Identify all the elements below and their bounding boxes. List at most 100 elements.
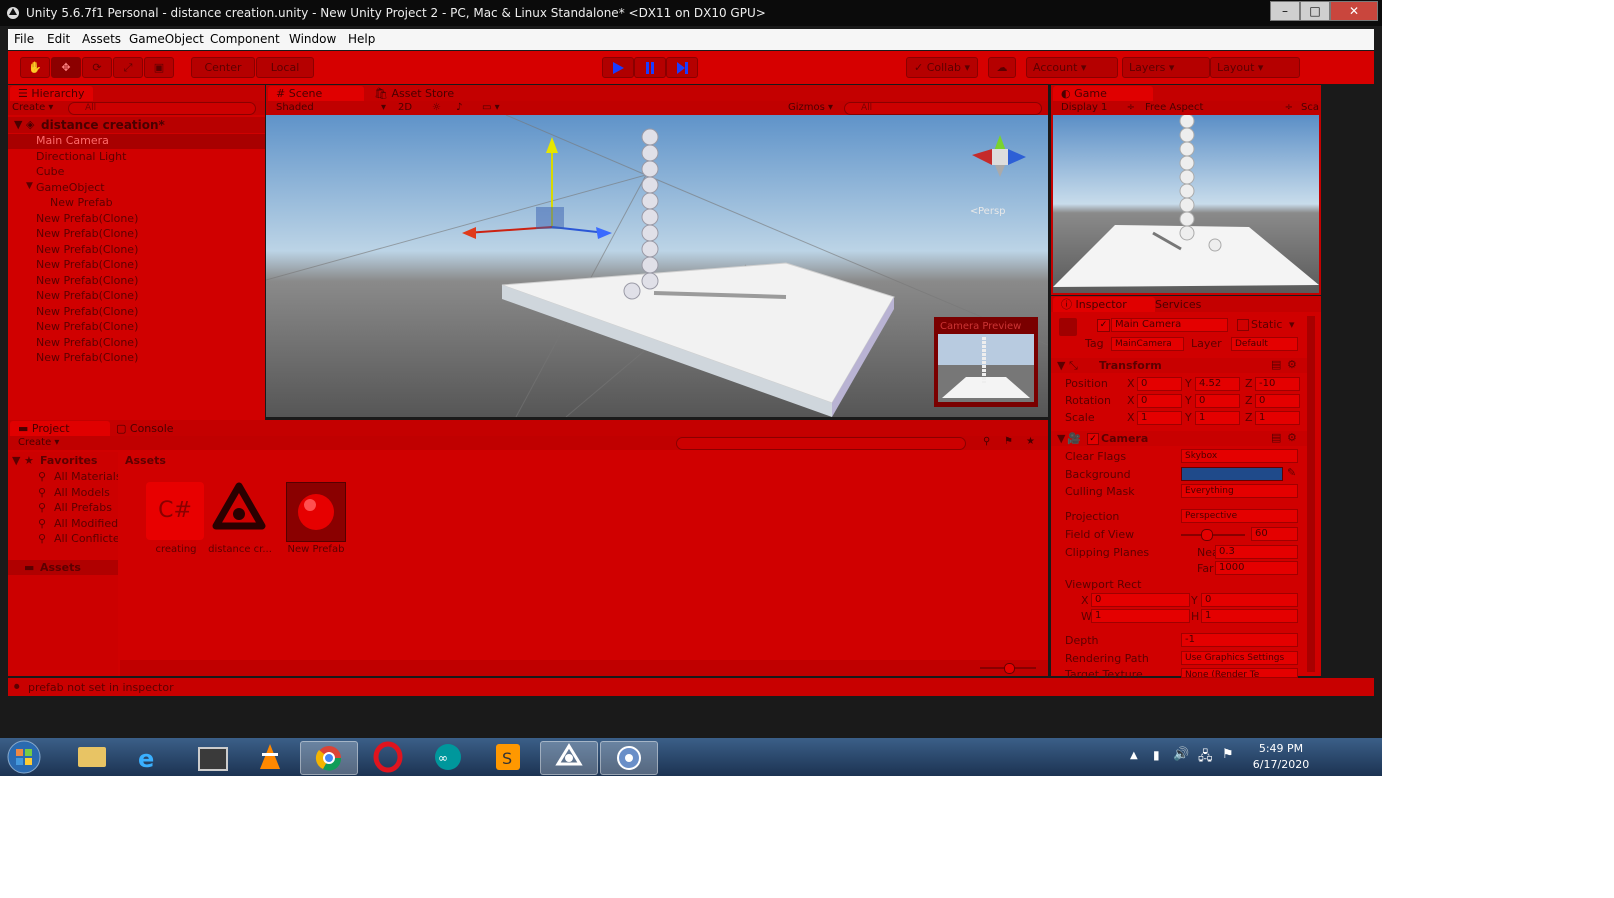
taskbar-app-icon[interactable]: [600, 741, 658, 775]
scene-search-input[interactable]: All: [844, 102, 1042, 115]
viewport-x-field[interactable]: 0: [1091, 593, 1190, 607]
tab-services[interactable]: Services: [1147, 297, 1209, 312]
battery-icon[interactable]: ▮: [1153, 748, 1160, 762]
move-tool-button[interactable]: ✥: [51, 57, 81, 78]
scene-viewport[interactable]: Persp < Camera Preview: [266, 115, 1048, 417]
clear-flags-dropdown[interactable]: Skybox: [1181, 449, 1298, 463]
hierarchy-item[interactable]: New Prefab: [8, 196, 265, 211]
network-icon[interactable]: 🖧: [1198, 747, 1213, 769]
status-bar[interactable]: ⏺ prefab not set in inspector: [8, 678, 1374, 696]
transform-header[interactable]: ▼ ⤡ Transform ▤ ⚙: [1051, 358, 1313, 373]
filter-type-icon[interactable]: ⚲: [983, 436, 990, 448]
taskbar-vlc-icon[interactable]: [242, 741, 298, 773]
menu-edit[interactable]: Edit: [47, 32, 70, 46]
camera-expand-icon[interactable]: ▼: [1057, 432, 1065, 445]
asset-tile[interactable]: distance cr...: [208, 480, 272, 560]
fov-slider-track[interactable]: [1181, 534, 1245, 536]
tab-hierarchy[interactable]: ☰ Hierarchy: [10, 86, 93, 101]
cloud-button[interactable]: ☁: [988, 57, 1016, 78]
scale-x-field[interactable]: 1: [1137, 411, 1182, 425]
show-hidden-icons-icon[interactable]: ▲: [1130, 750, 1138, 761]
scene-root-row[interactable]: ▼ ◈ distance creation*: [8, 117, 265, 133]
project-create-dropdown[interactable]: Create ▾: [18, 437, 59, 449]
play-button[interactable]: [602, 57, 634, 78]
taskbar-unity-icon[interactable]: [540, 741, 598, 775]
static-checkbox[interactable]: [1237, 319, 1249, 331]
menu-file[interactable]: File: [14, 32, 34, 46]
far-field[interactable]: 1000: [1215, 561, 1298, 575]
layers-dropdown[interactable]: Layers ▾: [1122, 57, 1210, 78]
hierarchy-item[interactable]: New Prefab(Clone): [8, 351, 265, 366]
position-y-field[interactable]: 4.52: [1195, 377, 1240, 391]
hierarchy-item[interactable]: New Prefab(Clone): [8, 289, 265, 304]
culling-mask-dropdown[interactable]: Everything: [1181, 484, 1298, 498]
gizmos-dropdown[interactable]: Gizmos ▾: [788, 102, 833, 114]
shading-mode-dropdown[interactable]: Shaded ▾: [276, 102, 386, 114]
tab-project[interactable]: ▬ Project: [10, 421, 110, 436]
favorite-item[interactable]: All Prefabs: [54, 501, 118, 514]
camera-component-header[interactable]: ▼ 🎥 ✓ Camera ▤ ⚙: [1051, 431, 1313, 446]
taskbar-ie-icon[interactable]: e: [122, 741, 178, 773]
display-dropdown[interactable]: Display 1 ÷: [1061, 102, 1135, 114]
fov-field[interactable]: 60: [1251, 527, 1298, 541]
hierarchy-search-input[interactable]: All: [68, 102, 256, 115]
hierarchy-create-dropdown[interactable]: Create ▾: [12, 102, 53, 114]
tag-dropdown[interactable]: MainCamera: [1111, 337, 1184, 351]
scale-tool-button[interactable]: ⤢: [113, 57, 143, 78]
favorite-star-icon[interactable]: ★: [1026, 436, 1035, 448]
eyedropper-icon[interactable]: ✎: [1287, 466, 1296, 479]
taskbar-opera-icon[interactable]: [360, 741, 416, 773]
persp-label[interactable]: Persp: [978, 206, 1006, 217]
project-search-input[interactable]: [676, 437, 966, 450]
hierarchy-item[interactable]: New Prefab(Clone): [8, 320, 265, 335]
favorite-item[interactable]: All Models: [54, 486, 118, 499]
menu-gameobject[interactable]: GameObject: [129, 32, 204, 46]
camera-help-book-icon[interactable]: ▤: [1271, 431, 1281, 444]
taskbar-explorer-icon[interactable]: [62, 741, 118, 773]
audio-toggle-icon[interactable]: ♪: [456, 102, 462, 114]
start-button-icon[interactable]: [6, 740, 42, 774]
close-button[interactable]: ✕: [1330, 1, 1378, 21]
rotate-tool-button[interactable]: ⟳: [82, 57, 112, 78]
hierarchy-item[interactable]: New Prefab(Clone): [8, 227, 265, 242]
step-button[interactable]: [666, 57, 698, 78]
menu-assets[interactable]: Assets: [82, 32, 121, 46]
tab-console[interactable]: ▢ Console: [108, 421, 182, 436]
scene-expand-icon[interactable]: ▼: [14, 118, 22, 131]
pause-button[interactable]: [634, 57, 666, 78]
taskbar-sublime-icon[interactable]: S: [480, 741, 536, 773]
viewport-y-field[interactable]: 0: [1201, 593, 1298, 607]
rotation-y-field[interactable]: 0: [1195, 394, 1240, 408]
gameobject-expand-icon[interactable]: ▼: [26, 181, 33, 191]
favorites-expand-icon[interactable]: ▼: [12, 454, 20, 467]
hierarchy-item[interactable]: Main Camera: [8, 134, 265, 149]
scale-z-field[interactable]: 1: [1255, 411, 1300, 425]
scale-slider-label[interactable]: Sca: [1301, 102, 1319, 114]
gear-icon[interactable]: ⚙: [1287, 358, 1297, 371]
taskbar-monitor-app-icon[interactable]: [182, 741, 238, 773]
layer-dropdown[interactable]: Default: [1231, 337, 1298, 351]
collab-button[interactable]: ✓ Collab ▾: [906, 57, 978, 78]
transform-expand-icon[interactable]: ▼: [1057, 359, 1065, 372]
taskbar-arduino-icon[interactable]: ∞: [420, 741, 476, 773]
menu-window[interactable]: Window: [289, 32, 336, 46]
filter-label-icon[interactable]: ⚑: [1004, 436, 1013, 448]
game-viewport[interactable]: [1053, 115, 1319, 293]
camera-enabled-checkbox[interactable]: ✓: [1087, 433, 1099, 445]
hierarchy-item[interactable]: ▼ GameObject: [8, 181, 265, 196]
camera-gear-icon[interactable]: ⚙: [1287, 431, 1297, 444]
hierarchy-item[interactable]: Cube: [8, 165, 265, 180]
icon-size-slider-handle[interactable]: [1004, 663, 1015, 674]
tab-game[interactable]: ◐ Game: [1053, 86, 1153, 101]
rect-tool-button[interactable]: ▣: [144, 57, 174, 78]
lighting-toggle-icon[interactable]: ☼: [432, 102, 441, 114]
pivot-local-button[interactable]: Local: [256, 57, 314, 78]
taskbar-clock[interactable]: 5:49 PM 6/17/2020: [1246, 742, 1316, 771]
asset-tile[interactable]: New Prefab: [284, 480, 348, 560]
favorite-item[interactable]: All Modified: [54, 517, 118, 530]
object-name-input[interactable]: Main Camera: [1111, 318, 1228, 332]
hierarchy-item[interactable]: New Prefab(Clone): [8, 274, 265, 289]
tab-asset-store[interactable]: 🛍 Asset Store: [366, 86, 462, 101]
rotation-z-field[interactable]: 0: [1255, 394, 1300, 408]
scale-y-field[interactable]: 1: [1195, 411, 1240, 425]
